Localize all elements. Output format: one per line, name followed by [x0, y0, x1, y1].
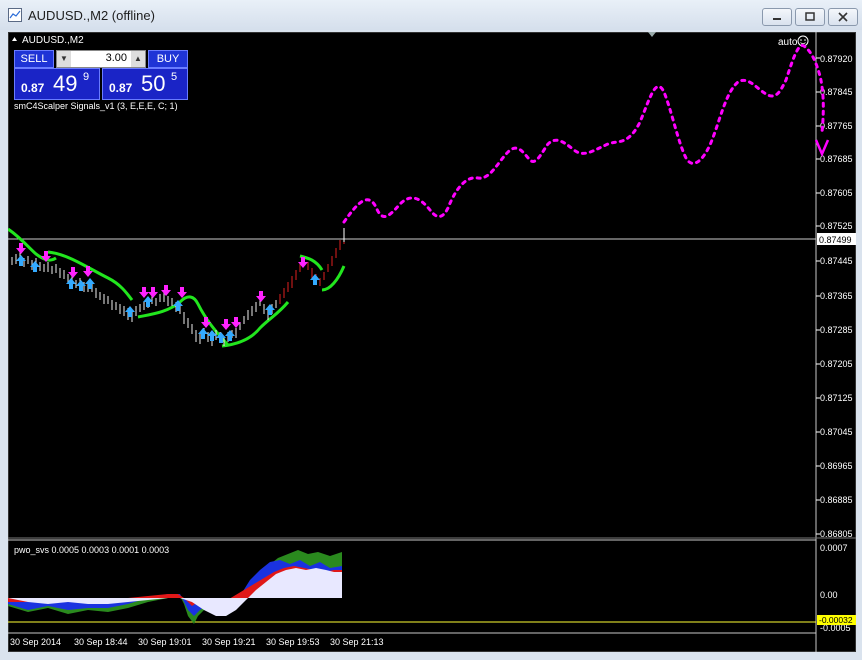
- sub-axis-label: 0.00: [820, 590, 838, 600]
- lot-size-field[interactable]: ▼ 3.00 ▲: [56, 50, 146, 68]
- ask-pip-digit: 5: [171, 71, 178, 83]
- price-axis-label: 0.87525: [820, 221, 853, 231]
- minimize-button[interactable]: [762, 8, 792, 26]
- price-axis-label: 0.87685: [820, 154, 853, 164]
- sell-button[interactable]: SELL: [14, 50, 54, 68]
- chart-app-icon: [8, 8, 22, 22]
- close-icon: [838, 12, 848, 22]
- lot-decrease-icon[interactable]: ▼: [57, 51, 71, 67]
- price-axis-label: 0.86805: [820, 529, 853, 539]
- price-axis-label: 0.87365: [820, 291, 853, 301]
- price-axis-label: 0.87045: [820, 427, 853, 437]
- restore-icon: [805, 12, 815, 21]
- current-price-label: 0.87499: [819, 235, 852, 245]
- time-axis-label: 30 Sep 19:01: [138, 637, 192, 647]
- buy-button[interactable]: BUY: [148, 50, 188, 68]
- auto-trading-label: auto: [778, 37, 798, 48]
- terminal-window: AUDUSD.,M2 (offline) AUDUSD.,M2 smC4Scal…: [0, 0, 862, 660]
- price-axis-label: 0.87285: [820, 325, 853, 335]
- title-bar[interactable]: AUDUSD.,M2 (offline): [0, 0, 862, 30]
- ask-big-digits: 50: [141, 71, 166, 96]
- ask-price-button[interactable]: 0.87 50 5: [102, 68, 188, 100]
- price-axis-label: 0.86885: [820, 495, 853, 505]
- close-button[interactable]: [828, 8, 858, 26]
- price-axis-label: 0.87125: [820, 393, 853, 403]
- restore-button[interactable]: [795, 8, 825, 26]
- lot-increase-icon[interactable]: ▲: [131, 51, 145, 67]
- bid-pip-digit: 9: [83, 71, 90, 83]
- price-axis-label: 0.87445: [820, 256, 853, 266]
- time-axis-label: 30 Sep 19:21: [202, 637, 256, 647]
- ask-prefix: 0.87: [109, 81, 133, 95]
- price-chart[interactable]: AUDUSD.,M2 smC4Scalper Signals_v1 (3, E,…: [7, 32, 856, 652]
- price-axis-label: 0.86965: [820, 461, 853, 471]
- time-axis-label: 30 Sep 18:44: [74, 637, 128, 647]
- time-axis-label: 30 Sep 21:13: [330, 637, 384, 647]
- price-axis-label: 0.87845: [820, 87, 853, 97]
- lot-size-value[interactable]: 3.00: [106, 52, 127, 64]
- minimize-icon: [773, 18, 781, 20]
- price-axis-label: 0.87765: [820, 121, 853, 131]
- time-axis-label: 30 Sep 2014: [10, 637, 61, 647]
- chart-canvas: AUDUSD.,M2 smC4Scalper Signals_v1 (3, E,…: [7, 32, 856, 652]
- chart-frame: [8, 32, 856, 652]
- price-axis-label: 0.87920: [820, 54, 853, 64]
- one-click-trade-panel: SELL ▼ 3.00 ▲ BUY 0.87 49 9 0.87 50 5: [14, 48, 188, 104]
- bid-price-button[interactable]: 0.87 49 9: [14, 68, 100, 100]
- subwindow-label: pwo_svs 0.0005 0.0003 0.0001 0.0003: [14, 545, 169, 555]
- symbol-label: AUDUSD.,M2: [22, 35, 84, 46]
- price-axis-label: 0.87205: [820, 359, 853, 369]
- price-axis-label: 0.87605: [820, 188, 853, 198]
- window-title: AUDUSD.,M2 (offline): [28, 8, 155, 23]
- sub-axis-label: 0.0007: [820, 543, 848, 553]
- bid-big-digits: 49: [53, 71, 78, 96]
- time-axis-label: 30 Sep 19:53: [266, 637, 320, 647]
- sub-current-label: -0.00032: [819, 615, 853, 625]
- bid-prefix: 0.87: [21, 81, 45, 95]
